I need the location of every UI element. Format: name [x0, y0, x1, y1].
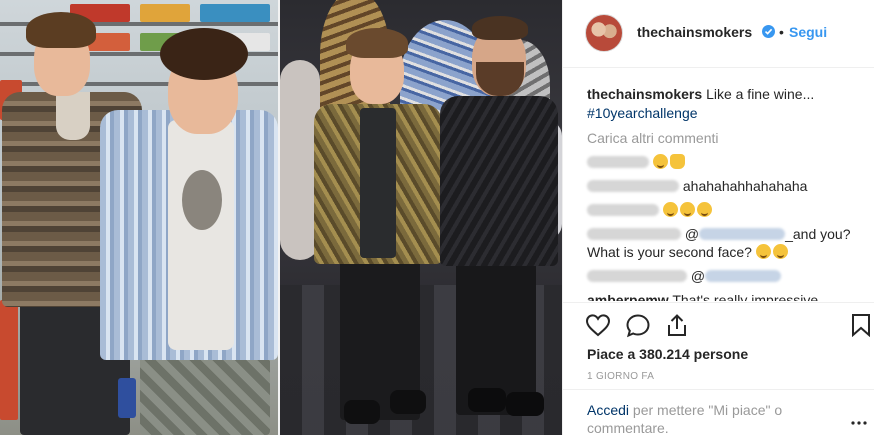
caption: thechainsmokers Like a fine wine... #10y…: [587, 85, 874, 122]
smiling-emoji-icon: [662, 202, 678, 217]
grinning-emoji-icon: [772, 244, 788, 259]
verified-badge-icon: [762, 25, 775, 38]
comment-text: ahahahahhahahaha: [682, 178, 808, 194]
photo-left-2009: [0, 0, 280, 435]
grimacing-emoji-icon: [755, 244, 771, 259]
blurred-username[interactable]: [587, 156, 649, 168]
avatar[interactable]: [585, 14, 623, 52]
caption-username[interactable]: thechainsmokers: [587, 86, 702, 102]
share-upload-icon[interactable]: [665, 313, 689, 343]
post-timestamp[interactable]: 1 GIORNO FA: [587, 371, 654, 382]
comment-text: That's really impressive: [672, 292, 819, 301]
likes-count[interactable]: Piace a 380.214 persone: [587, 346, 748, 362]
photo-right-2019: [280, 0, 562, 435]
comment-item: @: [587, 267, 874, 285]
login-prompt-text: Accedi per mettere "Mi piace" o commenta…: [587, 401, 827, 435]
comment-item: [587, 153, 874, 171]
raised-hands-emoji-icon: [669, 154, 685, 169]
blurred-username[interactable]: [587, 204, 659, 216]
comment-item: @ _and you? What is your second face?: [587, 225, 874, 261]
blurred-username[interactable]: [587, 228, 681, 240]
heart-outline-icon[interactable]: [585, 313, 611, 342]
login-link[interactable]: Accedi: [587, 402, 629, 418]
post-header: thechainsmokers • Segui: [563, 0, 874, 68]
hashtag-link[interactable]: #10yearchallenge: [587, 104, 698, 122]
mention-at: @: [690, 268, 706, 284]
blurred-username[interactable]: [587, 180, 679, 192]
login-prompt: Accedi per mettere "Mi piace" o commenta…: [563, 389, 874, 435]
action-bar: [563, 302, 874, 348]
blurred-username[interactable]: [587, 270, 687, 282]
post-sidebar: thechainsmokers • Segui thechainsmokers …: [562, 0, 874, 435]
follow-button[interactable]: Segui: [789, 24, 827, 40]
bookmark-icon[interactable]: [851, 313, 871, 342]
comment-username[interactable]: amberpemw: [587, 292, 669, 301]
smiling-emoji-icon: [696, 202, 712, 217]
speech-bubble-icon[interactable]: [625, 313, 651, 343]
more-options-icon[interactable]: [851, 412, 867, 430]
comments-list[interactable]: thechainsmokers Like a fine wine... #10y…: [563, 69, 874, 301]
username-link[interactable]: thechainsmokers: [637, 24, 752, 40]
separator-dot: •: [779, 24, 784, 40]
comment-item: [587, 201, 874, 219]
comment-mention-suffix: _and you?: [785, 226, 851, 242]
blurred-mention[interactable]: [699, 228, 786, 240]
comment-text: What is your second face?: [587, 244, 752, 260]
post-photo[interactable]: [0, 0, 562, 435]
smiling-emoji-icon: [679, 202, 695, 217]
load-more-comments-button[interactable]: Carica altri commenti: [587, 129, 874, 147]
comment-item: ahahahahhahahaha: [587, 177, 874, 195]
caption-text: Like a fine wine...: [706, 86, 815, 102]
comment-item: amberpemw That's really impressive: [587, 291, 874, 301]
mention-at: @: [684, 226, 700, 242]
grinning-emoji-icon: [652, 154, 668, 169]
blurred-mention[interactable]: [705, 270, 782, 282]
